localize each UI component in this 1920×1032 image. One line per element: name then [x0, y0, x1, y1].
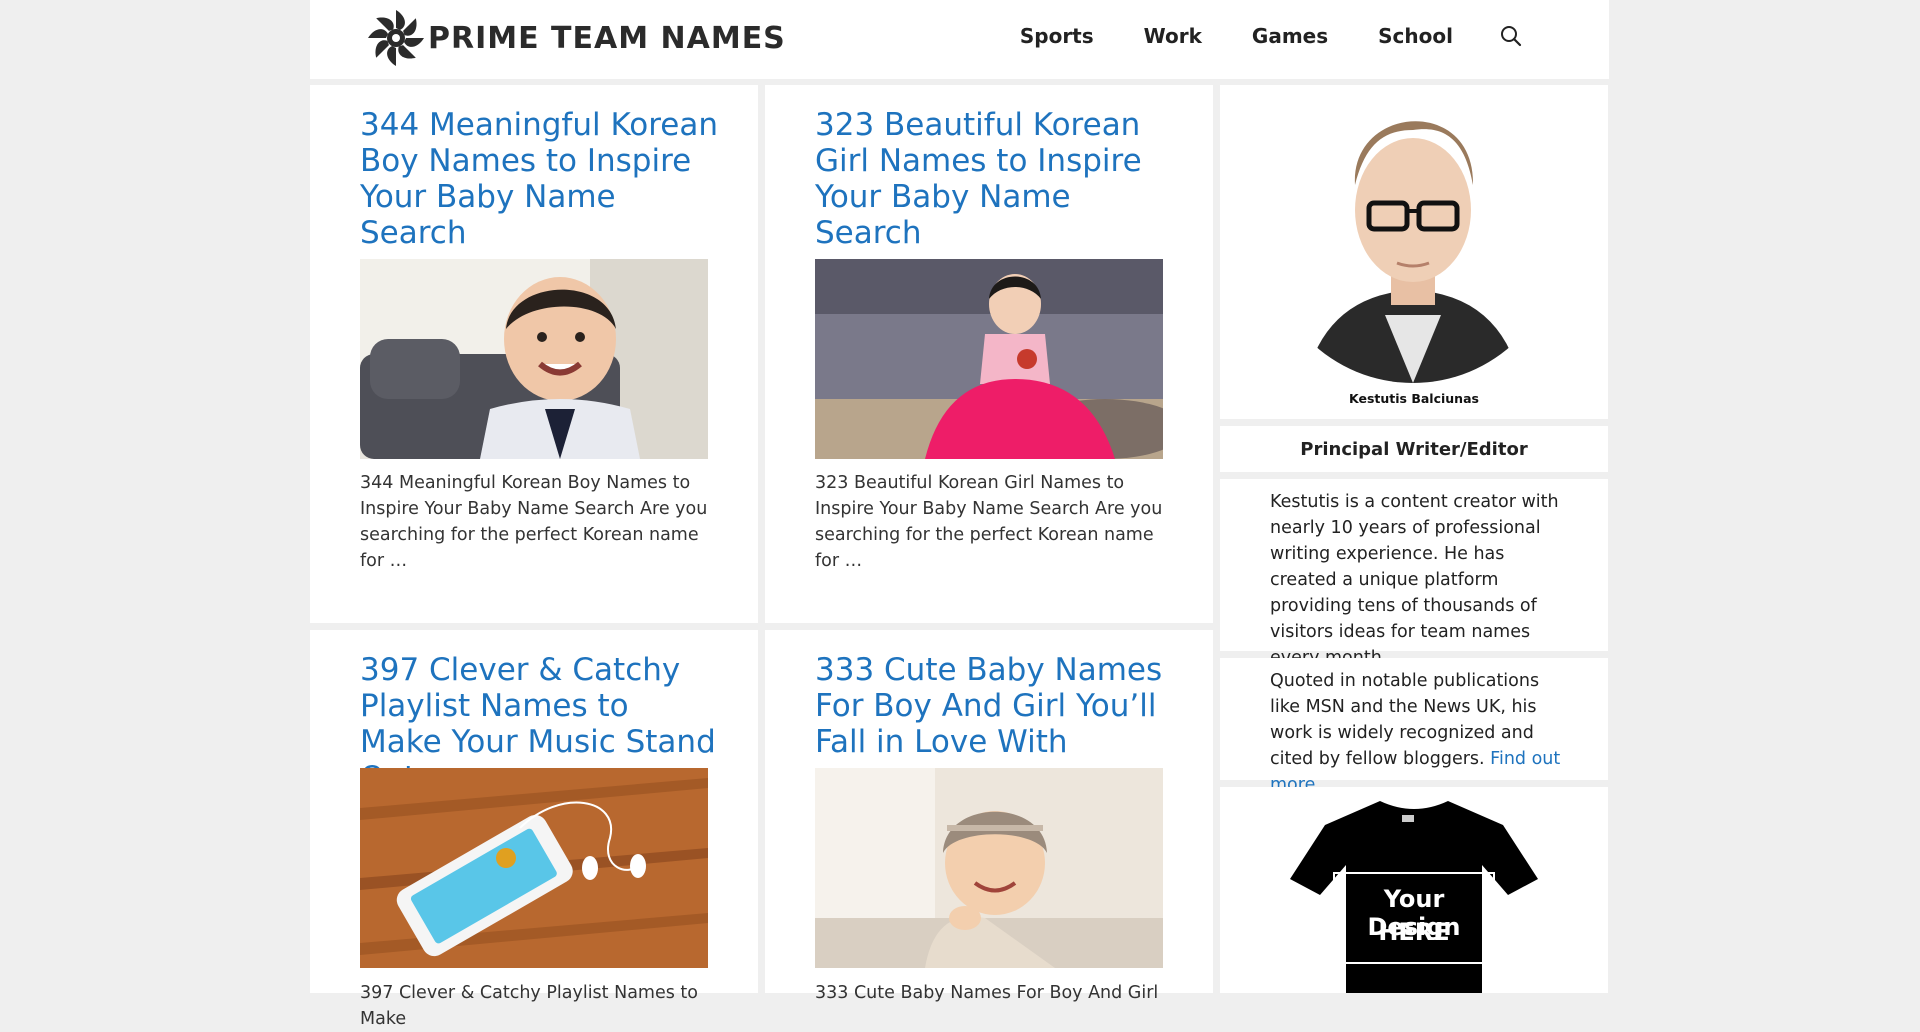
post-excerpt: 323 Beautiful Korean Girl Names to Inspi… [815, 473, 1163, 571]
logo-icon [368, 10, 424, 66]
author-press: Quoted in notable publications like MSN … [1270, 668, 1568, 798]
author-role: Principal Writer/Editor [1300, 439, 1528, 460]
post-card: 344 Meaningful Korean Boy Names to Inspi… [310, 85, 758, 623]
post-excerpt: 397 Clever & Catchy Playlist Names to Ma… [360, 983, 698, 1029]
author-name: Kestutis Balciunas [1349, 391, 1479, 406]
post-excerpt: 333 Cute Baby Names For Boy And Girl [815, 983, 1159, 1003]
nav-item-games[interactable]: Games [1252, 24, 1328, 48]
post-excerpt: 344 Meaningful Korean Boy Names to Inspi… [360, 473, 708, 571]
nav-item-sports[interactable]: Sports [1020, 24, 1094, 48]
post-image-korean-girl[interactable] [815, 259, 1163, 459]
post-card: 397 Clever & Catchy Playlist Names to Ma… [310, 630, 758, 1029]
author-bio-box: Kestutis is a content creator with nearl… [1220, 479, 1608, 668]
post-title[interactable]: 333 Cute Baby Names For Boy And Girl You… [815, 652, 1173, 760]
author-bio: Kestutis is a content creator with nearl… [1270, 492, 1559, 668]
main-nav: Sports Work Games School [970, 24, 1523, 48]
post-card: 333 Cute Baby Names For Boy And Girl You… [765, 630, 1213, 1003]
nav-item-school[interactable]: School [1378, 24, 1453, 48]
author-box: Kestutis Balciunas [1220, 85, 1608, 419]
post-title[interactable]: 323 Beautiful Korean Girl Names to Inspi… [815, 107, 1173, 251]
site-logo[interactable]: PRIME TEAM NAMES [364, 8, 786, 68]
author-role-box: Principal Writer/Editor [1220, 426, 1608, 472]
tshirt-ad-box[interactable]: Your Design HERE [1220, 787, 1608, 993]
post-image-cute-baby[interactable] [815, 768, 1163, 968]
author-press-box: Quoted in notable publications like MSN … [1220, 658, 1608, 795]
nav-item-work[interactable]: Work [1144, 24, 1202, 48]
post-title[interactable]: 344 Meaningful Korean Boy Names to Inspi… [360, 107, 718, 251]
post-image-korean-boy[interactable] [360, 259, 708, 459]
post-image-playlist-phone[interactable] [360, 768, 708, 968]
site-header: PRIME TEAM NAMES Sports Work Games Schoo… [310, 0, 1609, 79]
author-avatar[interactable] [1295, 85, 1531, 383]
post-card: 323 Beautiful Korean Girl Names to Inspi… [765, 85, 1213, 623]
search-icon[interactable] [1499, 24, 1523, 48]
tshirt-text-line2: HERE [1378, 918, 1450, 946]
logo-text: PRIME TEAM NAMES [428, 20, 786, 56]
